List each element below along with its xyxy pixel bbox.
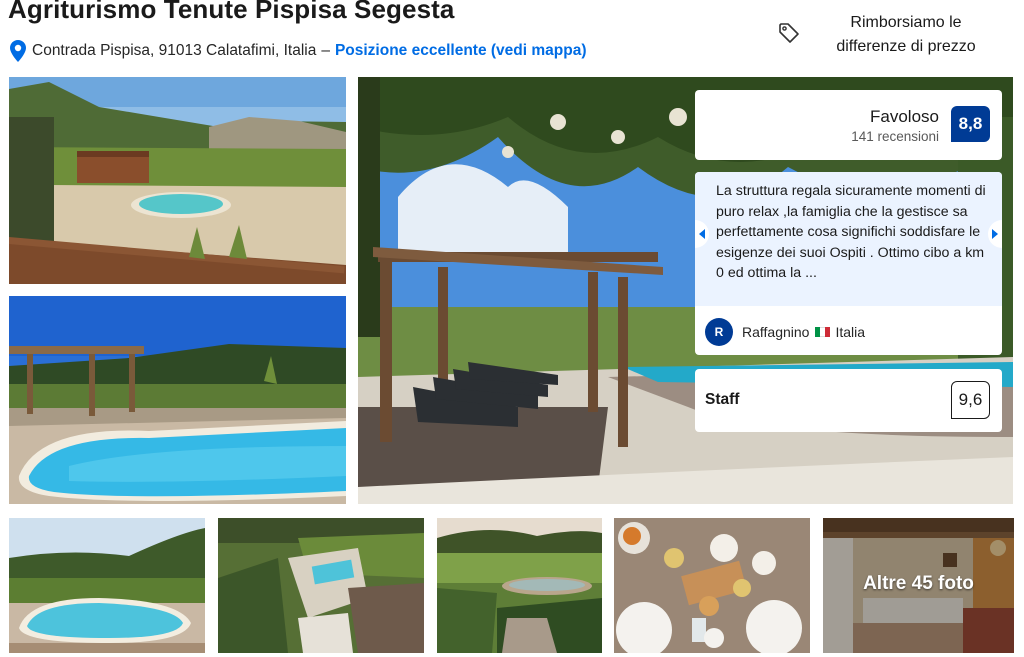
featured-review-card: La struttura regala sicuramente momenti …	[695, 172, 1002, 355]
staff-score-card: Staff 9,6	[695, 369, 1002, 432]
thumbnail-breakfast-table[interactable]	[614, 518, 810, 653]
address-text: Contrada Pispisa, 91013 Calatafimi, Ital…	[32, 42, 317, 59]
tag-icon	[779, 23, 799, 43]
review-text: La struttura regala sicuramente momenti …	[716, 183, 986, 281]
thumbnail-bedroom-more-photos[interactable]: Altre 45 foto	[823, 518, 1014, 653]
review-quote-box: La struttura regala sicuramente momenti …	[695, 172, 1002, 306]
location-map-link[interactable]: Posizione eccellente (vedi mappa)	[335, 42, 587, 60]
address-row: Contrada Pispisa, 91013 Calatafimi, Ital…	[10, 39, 586, 63]
photo-pool-pergola	[9, 296, 346, 504]
review-author-name: Raffagnino	[742, 324, 810, 340]
review-next-button[interactable]	[988, 220, 1002, 248]
property-title: Agriturismo Tenute Pispisa Segesta	[8, 0, 455, 24]
more-photos-label: Altre 45 foto	[863, 572, 974, 594]
review-prev-button[interactable]	[695, 220, 709, 248]
italy-flag-icon	[815, 327, 831, 337]
review-author-country: Italia	[835, 324, 866, 340]
address-separator: –	[321, 42, 330, 59]
gallery-photo-pool-hillside[interactable]	[9, 77, 346, 284]
avatar: R	[705, 318, 733, 346]
rating-score-badge: 8,8	[951, 106, 990, 142]
chevron-left-icon	[699, 229, 705, 239]
photo-aerial-pool	[218, 518, 424, 653]
chevron-right-icon	[992, 229, 998, 239]
photo-breakfast-table	[614, 518, 810, 653]
photo-pool-hillside	[9, 77, 346, 284]
thumbnail-vineyard-lake[interactable]	[437, 518, 602, 653]
staff-score-badge: 9,6	[951, 381, 990, 419]
rating-score-card[interactable]: Favoloso 141 recensioni 8,8	[695, 90, 1002, 160]
staff-label: Staff	[705, 391, 740, 408]
thumbnail-aerial-pool[interactable]	[218, 518, 424, 653]
review-count: 141 recensioni	[851, 129, 939, 144]
rating-word: Favoloso	[870, 107, 939, 126]
map-pin-icon	[10, 40, 26, 62]
photo-vineyard-lake	[437, 518, 602, 653]
review-author: R Raffagnino Italia	[705, 317, 865, 347]
thumbnail-pool-trees[interactable]	[9, 518, 205, 653]
price-match-text: Rimborsiamo le differenze di prezzo	[836, 14, 976, 55]
more-photos-overlay[interactable]: Altre 45 foto	[823, 518, 1014, 653]
price-match-info[interactable]: Rimborsiamo le differenze di prezzo	[778, 10, 1014, 62]
photo-pool-trees	[9, 518, 205, 653]
gallery-photo-pool-pergola[interactable]	[9, 296, 346, 504]
